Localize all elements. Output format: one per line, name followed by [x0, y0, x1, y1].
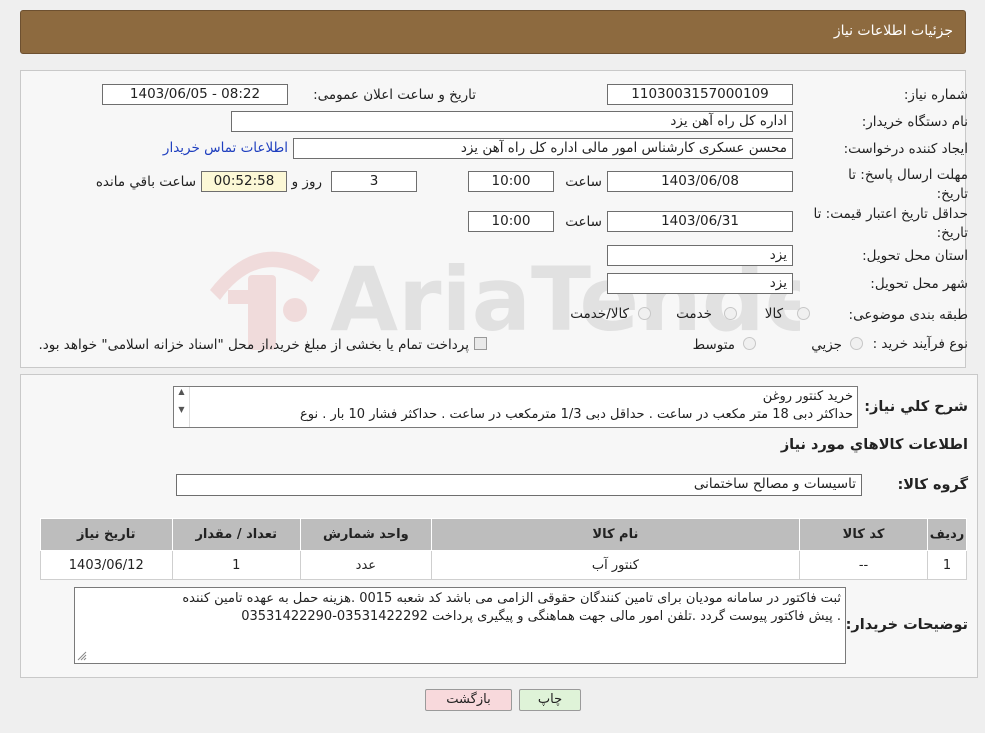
col-unit: واحد شمارش: [299, 518, 432, 551]
category-label: طبقه بندی موضوعی:: [848, 307, 968, 323]
col-goods-name: نام کالا: [430, 518, 801, 551]
process-partial-label: جزيي: [811, 337, 842, 353]
process-medium-label: متوسط: [692, 337, 735, 353]
goods-info-title: اطلاعات کالاهاي مورد نياز: [780, 437, 968, 453]
cell-quantity: 1: [171, 550, 301, 580]
validity-time-label: ساعت: [565, 214, 602, 230]
goods-group-field: تاسیسات و مصالح ساختمانی: [176, 474, 862, 496]
summary-scrollbar[interactable]: ▲ ▼: [174, 387, 190, 427]
cell-goods-name: کنتور آب: [430, 550, 801, 580]
deadline-time-label: ساعت: [565, 174, 602, 190]
goods-table-header-row: رديف کد کالا نام کالا واحد شمارش تعداد /…: [40, 518, 967, 551]
category-goods-radio[interactable]: [797, 307, 810, 320]
table-row: 1 -- کنتور آب عدد 1 1403/06/12: [40, 550, 967, 580]
resize-grip-icon[interactable]: [77, 651, 87, 661]
back-button[interactable]: بازگشت: [425, 689, 512, 711]
category-both-radio[interactable]: [638, 307, 651, 320]
creator-label: ایجاد کننده درخواست:: [843, 141, 968, 157]
province-field: یزد: [607, 245, 793, 266]
days-label: روز و: [291, 174, 322, 190]
col-quantity: تعداد / مقدار: [171, 518, 301, 551]
page-header: جزئیات اطلاعات نیاز: [20, 10, 966, 54]
buyer-notes-line-2: . پیش فاکتور پیوست گردد .تلفن امور مالی …: [241, 609, 841, 624]
cell-need-date: 1403/06/12: [40, 550, 173, 580]
col-need-date: تاریخ نیاز: [40, 518, 173, 551]
need-number-label: شماره نیاز:: [903, 87, 968, 103]
category-goods-label: کالا: [764, 306, 783, 322]
process-type-label: نوع فرآیند خرید :: [872, 336, 968, 352]
city-field: یزد: [607, 273, 793, 294]
category-service-radio[interactable]: [724, 307, 737, 320]
buyer-notes-label: توضیحات خریدار:: [845, 617, 968, 633]
city-label: شهر محل تحویل:: [870, 276, 968, 292]
summary-line-1: خرید کنتور روغن: [762, 389, 853, 404]
col-goods-code: کد کالا: [799, 518, 929, 551]
process-medium-radio[interactable]: [743, 337, 756, 350]
summary-textarea[interactable]: ▲ ▼ خرید کنتور روغن حداکثر دبی 18 متر مکع…: [173, 386, 858, 428]
goods-table: رديف کد کالا نام کالا واحد شمارش تعداد /…: [40, 518, 967, 580]
treasury-checkbox[interactable]: [474, 337, 487, 350]
remaining-label: ساعت باقي مانده: [95, 174, 196, 190]
col-row-number: رديف: [927, 518, 967, 551]
category-both-label: کالا/خدمت: [570, 306, 629, 322]
category-service-label: خدمت: [676, 306, 712, 322]
announce-label: تاریخ و ساعت اعلان عمومی:: [313, 87, 476, 103]
deadline-date-field: 1403/06/08: [607, 171, 793, 192]
cell-goods-code: --: [799, 550, 929, 580]
creator-field: محسن عسکری کارشناس امور مالی اداره کل را…: [293, 138, 793, 159]
goods-group-label: گروه کالا:: [897, 477, 968, 493]
process-partial-radio[interactable]: [850, 337, 863, 350]
buyer-notes-line-1: ثبت فاکتور در سامانه مودیان برای تامین ک…: [182, 591, 841, 606]
page-title: جزئیات اطلاعات نیاز: [833, 23, 953, 39]
cell-row-number: 1: [927, 550, 967, 580]
summary-label: شرح کلي نياز:: [864, 399, 968, 415]
announce-field: 1403/06/05 - 08:22: [102, 84, 288, 105]
buyer-notes-textarea[interactable]: ثبت فاکتور در سامانه مودیان برای تامین ک…: [74, 587, 846, 664]
deadline-time-field: 10:00: [468, 171, 554, 192]
buyer-label: نام دستگاه خریدار:: [861, 114, 968, 130]
deadline-label: مهلت ارسال پاسخ: تا تاریخ:: [848, 167, 968, 202]
summary-line-2: حداکثر دبی 18 متر مکعب در ساعت . حداقل د…: [300, 407, 853, 422]
province-label: استان محل تحویل:: [862, 248, 968, 264]
days-field: 3: [331, 171, 417, 192]
validity-time-field: 10:00: [468, 211, 554, 232]
validity-date-field: 1403/06/31: [607, 211, 793, 232]
validity-label: حداقل تاريخ اعتبار قيمت: تا تاریخ:: [813, 206, 968, 241]
need-number-field: 1103003157000109: [607, 84, 793, 105]
remaining-time-field: 00:52:58: [201, 171, 287, 192]
buyer-field: اداره کل راه آهن یزد: [231, 111, 793, 132]
print-button[interactable]: چاپ: [519, 689, 581, 711]
buyer-contact-link[interactable]: اطلاعات تماس خریدار: [163, 140, 288, 156]
treasury-note: پرداخت تمام یا بخشی از مبلغ خرید،از محل …: [38, 337, 469, 353]
cell-unit: عدد: [299, 550, 432, 580]
